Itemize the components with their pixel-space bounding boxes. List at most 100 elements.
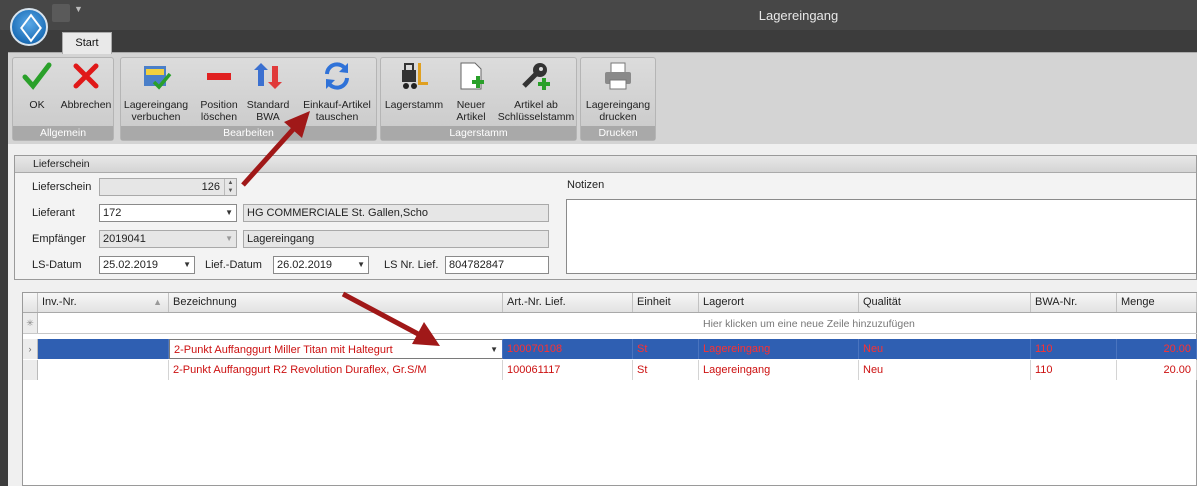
col-bezeichnung[interactable]: Bezeichnung — [169, 293, 503, 312]
empfaenger-name-field: Lagereingang — [243, 230, 549, 248]
col-inv-nr-label: Inv.-Nr. — [42, 296, 77, 308]
cell-inv-nr[interactable] — [38, 339, 169, 359]
col-inv-nr[interactable]: Inv.-Nr. ▲ — [38, 293, 169, 312]
cell-einheit[interactable]: St — [633, 360, 699, 380]
minus-icon — [207, 73, 231, 80]
refresh-icon — [325, 62, 349, 90]
empfaenger-combo[interactable]: 2019041 ▼ — [99, 230, 237, 248]
chevron-down-icon[interactable]: ▼ — [74, 4, 83, 14]
group-drucken: Lagereingang drucken Drucken — [580, 57, 656, 141]
schluessel-label-2: Schlüsselstamm — [497, 111, 575, 123]
lieferschein-field[interactable]: 126 ▲ ▼ — [99, 178, 237, 196]
lieferant-label: Lieferant — [32, 207, 75, 219]
cross-icon — [73, 63, 99, 89]
bwa-label-2: BWA — [256, 111, 280, 123]
spinner-icon[interactable]: ▲ ▼ — [224, 179, 236, 195]
cell-lagerort[interactable]: Lagereingang — [699, 360, 859, 380]
verbuchen-label-1: Lagereingang — [123, 99, 189, 111]
chevron-down-icon[interactable]: ▼ — [183, 257, 191, 273]
empfaenger-value: 2019041 — [103, 233, 146, 245]
cube-icon — [20, 13, 42, 43]
new-row[interactable]: ✳ Hier klicken um eine neue Zeile hinzuz… — [23, 313, 1197, 334]
ls-nr-field[interactable]: 804782847 — [445, 256, 549, 274]
lieferant-combo[interactable]: 172 ▼ — [99, 204, 237, 222]
lief-datum-picker[interactable]: 26.02.2019 ▼ — [273, 256, 369, 274]
col-einheit[interactable]: Einheit — [633, 293, 699, 312]
cell-lagerort[interactable]: Lagereingang — [699, 339, 859, 359]
group-lagerstamm: Lagerstamm Neuer Artikel Artikel ab Schl… — [380, 57, 577, 141]
chevron-down-icon[interactable]: ▼ — [357, 257, 365, 273]
lieferschein-value: 126 — [201, 181, 220, 193]
row-indicator-header — [23, 293, 38, 312]
cell-einheit[interactable]: St — [633, 339, 699, 359]
group-label-drucken: Drucken — [581, 126, 655, 140]
cell-art-nr[interactable]: 100061117 — [503, 360, 633, 380]
notizen-textarea[interactable] — [566, 199, 1197, 274]
cell-bwa-nr[interactable]: 110 — [1031, 360, 1117, 380]
loeschen-label-1: Position — [200, 99, 238, 111]
ribbon: OK Abbrechen Allgemein Lagereingang verb… — [8, 52, 1197, 145]
cell-bezeichnung-editor[interactable]: 2-Punkt Auffanggurt Miller Titan mit Hal… — [169, 339, 503, 359]
ribbon-tabstrip — [0, 30, 1197, 52]
chevron-down-icon: ▼ — [225, 234, 233, 243]
lief-datum-value: 26.02.2019 — [277, 259, 333, 271]
einkauf-artikel-tauschen-button[interactable]: Einkauf-Artikel tauschen — [299, 60, 375, 123]
quick-access-toolbar[interactable] — [52, 4, 70, 22]
chevron-down-icon[interactable]: ▼ — [225, 205, 233, 221]
ls-datum-label: LS-Datum — [32, 259, 82, 271]
new-row-icon: ✳ — [23, 313, 38, 333]
lieferant-name-field: HG COMMERCIALE St. Gallen,Scho — [243, 204, 549, 222]
neuer-artikel-button[interactable]: Neuer Artikel — [449, 60, 493, 123]
new-document-icon — [460, 62, 484, 90]
lagereingang-drucken-button[interactable]: Lagereingang drucken — [583, 60, 653, 123]
row-indicator — [23, 360, 38, 380]
col-bwa-nr[interactable]: BWA-Nr. — [1031, 293, 1117, 312]
checkmark-icon — [22, 62, 52, 90]
col-qualitaet[interactable]: Qualität — [859, 293, 1031, 312]
lagereingang-verbuchen-button[interactable]: Lagereingang verbuchen — [123, 60, 189, 123]
sort-asc-icon: ▲ — [153, 297, 162, 307]
application-menu-button[interactable] — [10, 8, 48, 46]
schluessel-label-1: Artikel ab — [514, 99, 558, 111]
col-art-nr[interactable]: Art.-Nr. Lief. — [503, 293, 633, 312]
ok-label: OK — [29, 99, 45, 111]
bwa-label-1: Standard — [246, 99, 290, 111]
key-icon — [522, 63, 550, 90]
cell-menge[interactable]: 20.00 — [1117, 360, 1197, 380]
ok-button[interactable]: OK — [17, 60, 57, 111]
panel-header: Lieferschein — [15, 156, 1196, 173]
standard-bwa-button[interactable]: Standard BWA — [243, 60, 293, 123]
ls-datum-picker[interactable]: 25.02.2019 ▼ — [99, 256, 195, 274]
group-label-lagerstamm: Lagerstamm — [381, 126, 576, 140]
verbuchen-label-2: verbuchen — [131, 111, 181, 123]
cell-bezeichnung[interactable]: 2-Punkt Auffanggurt R2 Revolution Durafl… — [169, 360, 503, 380]
lagerstamm-button[interactable]: Lagerstamm — [383, 60, 445, 111]
lieferant-value: 172 — [103, 207, 122, 219]
abbrechen-button[interactable]: Abbrechen — [59, 60, 113, 111]
artikel-ab-schluesselstamm-button[interactable]: Artikel ab Schlüsselstamm — [497, 60, 575, 123]
cell-inv-nr[interactable] — [38, 360, 169, 380]
cell-qualitaet[interactable]: Neu — [859, 360, 1031, 380]
lagerstamm-label: Lagerstamm — [384, 99, 444, 111]
chevron-down-icon[interactable]: ▼ — [490, 340, 498, 358]
table-row[interactable]: 2-Punkt Auffanggurt R2 Revolution Durafl… — [23, 360, 1197, 380]
ls-nr-label: LS Nr. Lief. — [384, 259, 439, 271]
cell-art-nr[interactable]: 100070108 — [503, 339, 633, 359]
drucken-label-2: drucken — [599, 111, 637, 123]
group-label-bearbeiten: Bearbeiten — [121, 126, 376, 140]
cell-qualitaet[interactable]: Neu — [859, 339, 1031, 359]
group-label-allgemein: Allgemein — [13, 126, 113, 140]
cell-bwa-nr[interactable]: 110 — [1031, 339, 1117, 359]
table-row[interactable]: › 2-Punkt Auffanggurt Miller Titan mit H… — [23, 339, 1197, 359]
ls-datum-value: 25.02.2019 — [103, 259, 159, 271]
tab-start[interactable]: Start — [62, 32, 112, 54]
book-entry-icon — [144, 66, 172, 90]
cell-menge[interactable]: 20.00 — [1117, 339, 1197, 359]
forklift-icon — [402, 63, 428, 89]
col-menge[interactable]: Menge — [1117, 293, 1197, 312]
lieferschein-label: Lieferschein — [32, 181, 92, 193]
col-lagerort[interactable]: Lagerort — [699, 293, 859, 312]
lief-datum-label: Lief.-Datum — [205, 259, 262, 271]
loeschen-label-2: löschen — [200, 111, 238, 123]
position-loeschen-button[interactable]: Position löschen — [197, 60, 241, 123]
